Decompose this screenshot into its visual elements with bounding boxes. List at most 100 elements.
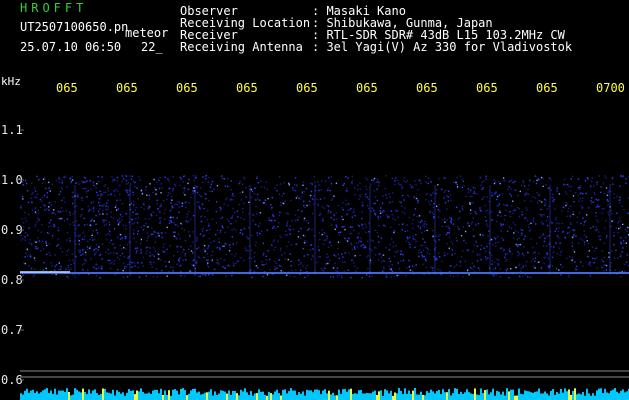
noise-dot <box>548 205 550 208</box>
bottom-bar-segment <box>272 394 274 400</box>
noise-dot <box>281 195 283 197</box>
noise-dot <box>335 218 338 220</box>
bottom-bar-segment <box>482 393 484 400</box>
noise-dot <box>313 195 315 197</box>
bottom-bar-segment <box>202 393 204 400</box>
noise-dot <box>101 243 104 245</box>
noise-dot <box>495 245 497 248</box>
noise-dot <box>498 210 501 212</box>
noise-dot <box>426 229 428 232</box>
noise-dot <box>90 188 92 190</box>
noise-dot <box>207 266 210 268</box>
noise-dot <box>269 269 271 271</box>
bottom-bar-segment <box>350 388 352 400</box>
noise-band <box>20 175 629 279</box>
noise-dot <box>446 232 449 234</box>
noise-dot <box>449 236 451 239</box>
noise-dot <box>96 264 98 266</box>
x-tick: 065 <box>116 81 138 95</box>
noise-dot <box>70 181 73 183</box>
noise-dot <box>115 189 117 191</box>
noise-dot <box>427 182 429 185</box>
noise-dot <box>472 235 475 237</box>
noise-dot <box>450 241 453 243</box>
noise-dot <box>337 253 340 256</box>
noise-dot <box>470 212 472 215</box>
noise-dot <box>274 219 276 222</box>
noise-dot <box>146 194 148 196</box>
bottom-bar-segment <box>132 390 134 400</box>
bottom-bar-segment <box>512 389 514 400</box>
noise-dot <box>86 180 88 182</box>
noise-dot <box>287 258 289 261</box>
noise-dot <box>179 237 181 240</box>
bottom-bar-segment <box>604 388 606 400</box>
noise-dot <box>242 211 244 213</box>
noise-dot <box>543 213 545 216</box>
noise-dot <box>490 254 493 256</box>
noise-dot <box>474 187 476 190</box>
noise-dot <box>472 250 474 253</box>
noise-dot <box>49 254 51 257</box>
noise-dot <box>421 244 424 247</box>
noise-dot <box>113 263 115 265</box>
bottom-bar-segment <box>428 392 430 400</box>
noise-dot <box>147 237 149 239</box>
bottom-bar-segment <box>294 390 296 400</box>
noise-dot <box>180 222 182 225</box>
noise-dot <box>184 253 186 255</box>
noise-dot <box>567 207 570 210</box>
noise-dot <box>465 242 467 244</box>
noise-dot <box>93 184 95 187</box>
noise-dot <box>353 246 356 249</box>
noise-dot <box>605 187 608 189</box>
noise-dot <box>108 221 110 224</box>
noise-dot <box>160 183 162 185</box>
noise-dot <box>464 230 467 233</box>
noise-dot <box>66 239 68 241</box>
noise-dot <box>178 211 180 214</box>
noise-dot <box>401 188 403 190</box>
noise-dot <box>256 213 258 215</box>
noise-dot <box>350 242 352 244</box>
noise-dot <box>346 213 348 215</box>
noise-dot <box>34 211 37 213</box>
noise-dot <box>75 205 77 207</box>
noise-dot <box>365 226 368 228</box>
noise-dot <box>280 202 282 204</box>
noise-dot <box>170 196 173 198</box>
bottom-bar-segment <box>610 390 612 400</box>
noise-dot <box>359 194 361 196</box>
noise-dot <box>308 200 311 203</box>
noise-dot <box>514 224 516 226</box>
noise-dot <box>256 232 258 234</box>
noise-dot <box>243 218 245 221</box>
noise-dot <box>88 210 90 212</box>
noise-dot <box>41 200 43 203</box>
noise-dot <box>24 217 27 219</box>
bottom-bar-segment <box>22 394 24 400</box>
noise-dot <box>397 249 399 252</box>
noise-dot <box>532 217 535 219</box>
noise-dot <box>82 249 84 251</box>
noise-dot <box>514 180 516 183</box>
noise-dot <box>502 223 504 226</box>
noise-dot <box>184 206 187 209</box>
noise-dot <box>215 233 217 236</box>
noise-dot <box>407 241 410 244</box>
noise-dot <box>431 211 433 214</box>
noise-dot <box>393 232 396 234</box>
noise-dot <box>446 208 448 210</box>
noise-dot <box>441 274 443 276</box>
noise-dot <box>446 253 449 255</box>
noise-dot <box>425 175 427 177</box>
noise-dot <box>115 209 118 211</box>
noise-dot <box>119 238 122 240</box>
noise-dot <box>90 209 92 211</box>
noise-dot <box>135 252 137 254</box>
noise-dot <box>509 247 511 249</box>
noise-dot <box>48 187 50 189</box>
noise-dot <box>256 198 259 200</box>
bottom-bar-segment <box>318 390 320 400</box>
noise-dot <box>559 254 561 257</box>
